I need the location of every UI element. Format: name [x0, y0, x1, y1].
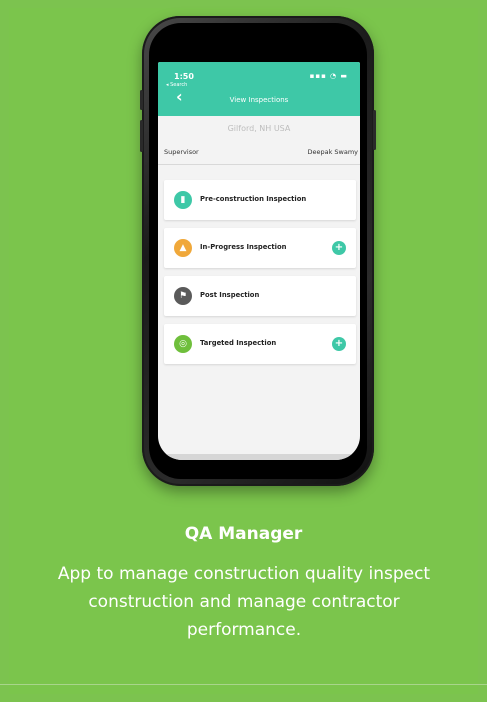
inspection-card-label: In-Progress Inspection [200, 243, 287, 251]
product-title: QA Manager [184, 524, 303, 544]
inspection-card-label: Post Inspection [200, 291, 260, 299]
app-screen: 1:50 ◂ Search ▪▪▪ ◔ ▬ ‹ View Inspections… [158, 62, 360, 460]
inspection-card-targeted[interactable]: ◎ Targeted Inspection + [164, 324, 356, 364]
phone-notch [212, 23, 304, 41]
add-button[interactable]: + [332, 337, 346, 351]
divider [0, 684, 487, 685]
status-time: 1:50 [174, 72, 194, 81]
inspection-card-pre-construction[interactable]: ▮ Pre-construction Inspection [164, 180, 356, 220]
divider [158, 164, 360, 165]
traffic-cone-icon: ▲ [174, 239, 192, 257]
phone-side-button [140, 120, 143, 152]
checkered-flag-icon: ⚑ [174, 287, 192, 305]
supervisor-label: Supervisor [164, 148, 199, 156]
supervisor-value: Deepak Swamy [307, 148, 358, 156]
inspection-card-label: Targeted Inspection [200, 339, 277, 347]
home-indicator [158, 454, 360, 460]
page-title: View Inspections [229, 96, 289, 104]
phone-side-button [140, 90, 143, 110]
add-button[interactable]: + [332, 241, 346, 255]
inspection-card-post[interactable]: ⚑ Post Inspection [164, 276, 356, 316]
product-description: App to manage construction quality inspe… [57, 564, 431, 640]
inspection-card-in-progress[interactable]: ▲ In-Progress Inspection + [164, 228, 356, 268]
location-label: Gilford, NH USA [227, 124, 291, 133]
app-header: 1:50 ◂ Search ▪▪▪ ◔ ▬ ‹ View Inspections [158, 62, 360, 116]
inspection-card-label: Pre-construction Inspection [200, 195, 307, 203]
target-icon: ◎ [174, 335, 192, 353]
phone-power-button [373, 110, 376, 150]
status-icons: ▪▪▪ ◔ ▬ [309, 72, 348, 80]
phone-icon: ▮ [174, 191, 192, 209]
